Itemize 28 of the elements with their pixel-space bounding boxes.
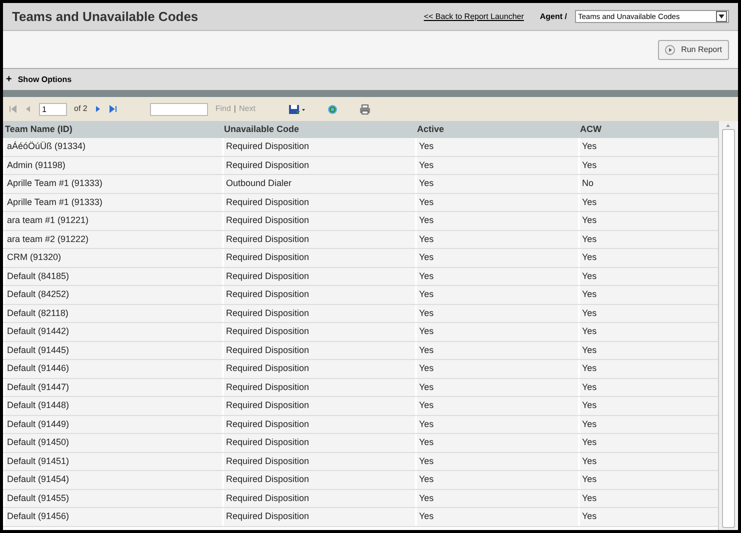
- first-page-icon[interactable]: [9, 105, 17, 113]
- back-link[interactable]: << Back to Report Launcher: [424, 10, 524, 22]
- column-header: ACW: [579, 122, 602, 136]
- scrollbar[interactable]: [718, 121, 737, 530]
- column-header: Team Name (ID): [4, 122, 74, 136]
- last-page-icon[interactable]: [109, 105, 118, 113]
- next-page-icon[interactable]: [94, 105, 102, 113]
- show-options-label[interactable]: Show Options: [18, 74, 72, 86]
- print-icon[interactable]: [359, 104, 372, 114]
- refresh-icon[interactable]: [327, 104, 338, 114]
- run-report-button[interactable]: Run Report: [658, 40, 729, 60]
- column-header: Unavailable Code: [223, 122, 300, 136]
- play-icon: [665, 44, 676, 54]
- separator-text: |: [234, 103, 236, 115]
- page-count: of 2: [74, 103, 88, 115]
- dropdown-caret-icon: [716, 11, 727, 22]
- expand-toggle[interactable]: +: [6, 72, 12, 87]
- previous-page-icon[interactable]: [24, 105, 32, 113]
- table-cell: Default (91456): [3, 508, 222, 526]
- breadcrumb-label: Agent /: [540, 10, 567, 22]
- scroll-thumb[interactable]: [722, 129, 734, 528]
- find-field[interactable]: [150, 102, 208, 116]
- table-cell: Yes: [415, 508, 578, 526]
- table-cell: Required Disposition: [222, 508, 415, 526]
- column-header: Active: [416, 122, 446, 136]
- page-field[interactable]: 1: [39, 102, 67, 116]
- report-title: Teams and Unavailable Codes: [12, 8, 198, 26]
- save-icon[interactable]: [288, 104, 306, 114]
